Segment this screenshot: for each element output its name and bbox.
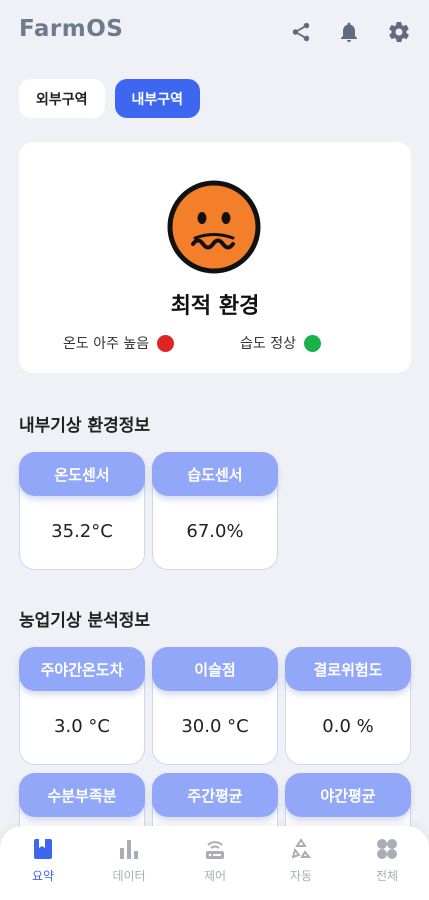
nav-label: 자동 — [289, 869, 313, 883]
app-header: FarmOS — [0, 0, 429, 66]
nav-label: 데이터 — [112, 869, 146, 883]
nav-label: 제어 — [203, 869, 227, 883]
nav-data[interactable]: 데이터 — [86, 826, 172, 900]
card-label: 주간평균 — [152, 773, 278, 817]
card-value: 67.0% — [186, 521, 244, 542]
card-label: 습도센서 — [152, 452, 278, 496]
nav-label: 요약 — [31, 869, 55, 883]
day-night-temp-diff-card[interactable]: 주야간온도차 3.0 °C — [19, 647, 145, 765]
card-label: 야간평균 — [285, 773, 411, 817]
gear-icon[interactable] — [386, 19, 412, 45]
card-label: 주야간온도차 — [19, 647, 145, 691]
card-value: 3.0 °C — [54, 716, 110, 737]
bookmark-icon — [31, 837, 55, 861]
card-label: 온도센서 — [19, 452, 145, 496]
dew-point-card[interactable]: 이슬점 30.0 °C — [152, 647, 278, 765]
bottom-navigation: 요약 데이터 제어 자동 전체 — [0, 826, 429, 900]
card-label: 수분부족분 — [19, 773, 145, 817]
router-icon — [203, 837, 227, 861]
grid-icon — [375, 837, 399, 861]
card-value: 30.0 °C — [181, 716, 249, 737]
share-icon[interactable] — [288, 19, 314, 45]
humidity-status-label: 습도 정상 — [240, 336, 296, 352]
tab-outer-zone[interactable]: 외부구역 — [19, 79, 105, 118]
card-value: 0.0 % — [322, 716, 374, 737]
nav-auto[interactable]: 자동 — [258, 826, 344, 900]
humidity-status: 습도 정상 — [240, 333, 321, 353]
nav-control[interactable]: 제어 — [172, 826, 258, 900]
humidity-sensor-card[interactable]: 습도센서 67.0% — [152, 452, 278, 570]
bar-chart-icon — [117, 837, 141, 861]
analysis-section-title: 농업기상 분석정보 — [19, 611, 151, 631]
temperature-sensor-card[interactable]: 온도센서 35.2°C — [19, 452, 145, 570]
card-label: 이슬점 — [152, 647, 278, 691]
tab-inner-zone[interactable]: 내부구역 — [114, 79, 201, 118]
bell-icon[interactable] — [336, 19, 362, 45]
card-value: 35.2°C — [51, 521, 113, 542]
zone-tabs: 외부구역 내부구역 — [19, 79, 201, 118]
recycle-icon — [289, 837, 313, 861]
temperature-status-dot — [157, 334, 175, 352]
environment-status-card: 최적 환경 온도 아주 높음 습도 정상 — [19, 142, 411, 373]
condensation-risk-card[interactable]: 결로위험도 0.0 % — [285, 647, 411, 765]
humidity-status-dot — [303, 334, 321, 352]
card-label: 결로위험도 — [285, 647, 411, 691]
nav-label: 전체 — [375, 869, 399, 883]
nav-summary[interactable]: 요약 — [0, 826, 86, 900]
worried-face-icon — [167, 180, 261, 274]
temperature-status-label: 온도 아주 높음 — [63, 336, 150, 352]
temperature-status: 온도 아주 높음 — [63, 333, 175, 353]
inner-env-section-title: 내부기상 환경정보 — [19, 416, 151, 436]
status-title: 최적 환경 — [170, 294, 260, 319]
app-title: FarmOS — [19, 16, 124, 42]
nav-all[interactable]: 전체 — [344, 826, 429, 900]
